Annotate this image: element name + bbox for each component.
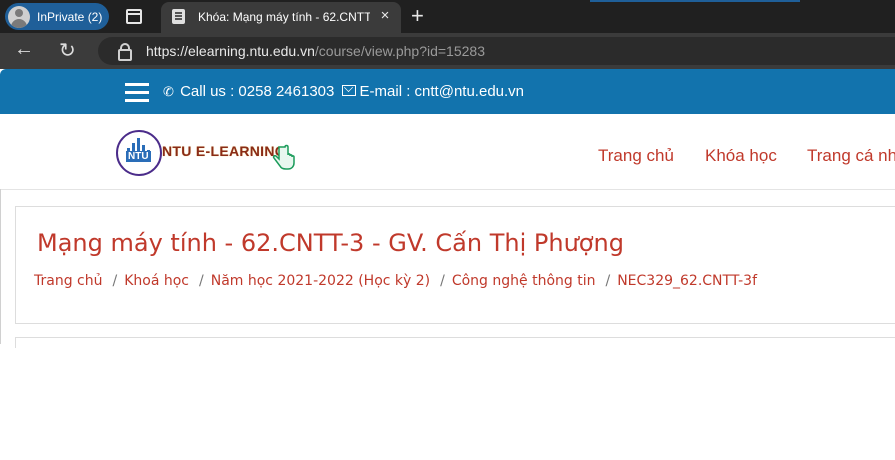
profile-button[interactable]: InPrivate (2) <box>5 3 109 30</box>
breadcrumb-courses[interactable]: Khoá học <box>124 273 189 289</box>
course-content-card <box>15 337 895 348</box>
page-favicon-icon <box>172 9 185 24</box>
call-us-text: Call us : 0258 2461303 <box>180 83 335 100</box>
course-title: Mạng máy tính - 62.CNTT-3 - GV. Cấn Thị … <box>37 229 624 257</box>
url-path: /course/view.php?id=15283 <box>314 43 485 59</box>
nav-profile[interactable]: Trang cá nhân <box>807 146 895 166</box>
page-left-border <box>0 189 1 344</box>
nav-home[interactable]: Trang chủ <box>598 146 674 166</box>
phone-icon: ✆ <box>163 84 174 99</box>
browser-toolbar: ← ↻ https://elearning.ntu.edu.vn/course/… <box>0 33 895 69</box>
course-header-card: Mạng máy tính - 62.CNTT-3 - GV. Cấn Thị … <box>15 206 895 324</box>
breadcrumb-separator: / <box>605 273 611 289</box>
site-header: NTU NTU E-LEARNING Trang chủ Khóa học Tr… <box>0 114 895 190</box>
tab-title: Khóa: Mạng máy tính - 62.CNTT- <box>198 10 370 24</box>
menu-hamburger-icon[interactable] <box>125 83 149 102</box>
back-button[interactable]: ← <box>14 38 34 61</box>
breadcrumb: Trang chủ / Khoá học / Năm học 2021-2022 (Họ… <box>34 273 757 289</box>
browser-tab-bar: InPrivate (2) Khóa: Mạng máy tính - 62.C… <box>0 0 895 33</box>
logo-badge-text: NTU <box>126 151 151 162</box>
tab-actions-icon <box>126 9 142 24</box>
breadcrumb-separator: / <box>440 273 445 289</box>
new-tab-button[interactable]: + <box>411 3 424 29</box>
url-host: https://elearning.ntu.edu.vn <box>146 43 315 59</box>
tab-actions-button[interactable] <box>124 7 144 27</box>
refresh-button[interactable]: ↻ <box>59 38 76 63</box>
site-logo-text[interactable]: NTU E-LEARNING <box>162 143 286 159</box>
breadcrumb-course-code[interactable]: NEC329_62.CNTT-3f <box>617 273 757 289</box>
breadcrumb-separator: / <box>199 273 204 289</box>
lock-icon[interactable] <box>118 43 132 61</box>
profile-label: InPrivate (2) <box>37 9 103 24</box>
nav-courses[interactable]: Khóa học <box>705 146 777 166</box>
envelope-icon <box>341 85 356 96</box>
breadcrumb-home[interactable]: Trang chủ <box>34 273 102 289</box>
window-accent-bar <box>590 0 800 2</box>
breadcrumb-department[interactable]: Công nghệ thông tin <box>452 273 596 289</box>
breadcrumb-separator: / <box>112 273 118 289</box>
email-text: E-mail : cntt@ntu.edu.vn <box>359 83 525 100</box>
active-tab[interactable]: Khóa: Mạng máy tính - 62.CNTT- × <box>161 2 401 33</box>
profile-avatar-icon <box>8 5 30 28</box>
tab-close-button[interactable]: × <box>376 7 394 24</box>
url-text[interactable]: https://elearning.ntu.edu.vn/course/view… <box>146 43 485 59</box>
pointing-hand-icon <box>272 144 295 170</box>
contact-info: ✆ Call us : 0258 2461303 E-mail : cntt@n… <box>163 83 524 100</box>
site-contact-bar: ✆ Call us : 0258 2461303 E-mail : cntt@n… <box>0 69 895 114</box>
address-bar[interactable]: https://elearning.ntu.edu.vn/course/view… <box>98 37 895 65</box>
ntu-logo-badge[interactable]: NTU <box>116 130 162 176</box>
breadcrumb-school-year[interactable]: Năm học 2021-2022 (Học kỳ 2) <box>211 273 430 289</box>
